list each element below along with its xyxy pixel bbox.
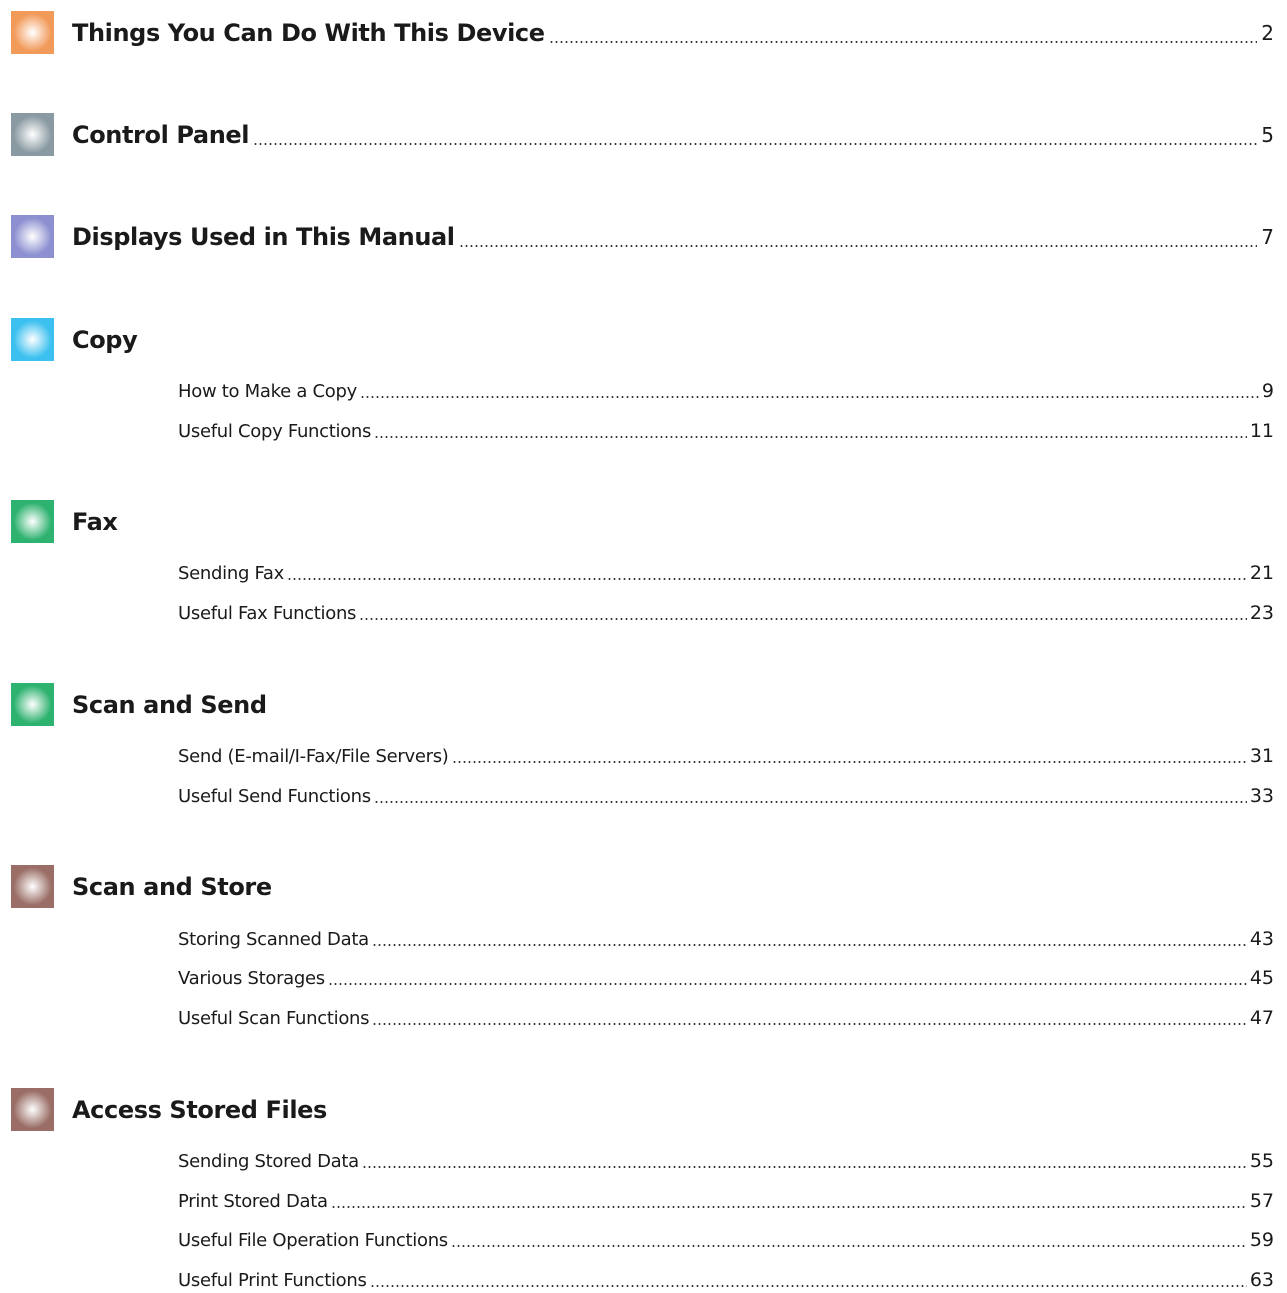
- section-title-line: Fax: [72, 500, 1274, 544]
- toc-entry[interactable]: Various Storages 45: [178, 965, 1274, 991]
- entry-page-number: 33: [1249, 785, 1274, 807]
- section-title: Scan and Send: [72, 691, 267, 719]
- dot-leader: [371, 944, 1247, 946]
- sky-blue-square-icon: [11, 318, 54, 361]
- entry-title[interactable]: Useful Send Functions: [178, 786, 371, 807]
- dot-leader: [374, 436, 1247, 438]
- entry-title[interactable]: Send (E-mail/I-Fax/File Servers): [178, 746, 449, 767]
- section-title-line: Copy: [72, 318, 1274, 362]
- entry-title[interactable]: Useful Print Functions: [178, 1270, 367, 1291]
- entry-title[interactable]: Useful File Operation Functions: [178, 1230, 448, 1251]
- entry-title[interactable]: Useful Copy Functions: [178, 421, 371, 442]
- entry-title[interactable]: Useful Scan Functions: [178, 1008, 370, 1029]
- orange-square-icon: [11, 11, 54, 54]
- toc-section: Scan and Store: [0, 865, 1287, 909]
- section-title[interactable]: Control Panel: [72, 121, 250, 149]
- brown-square-icon: [11, 1088, 54, 1131]
- entry-page-number: 63: [1249, 1269, 1274, 1291]
- dot-leader: [361, 1166, 1247, 1168]
- dot-leader: [450, 1245, 1247, 1247]
- toc-section[interactable]: Things You Can Do With This Device 2: [0, 11, 1287, 55]
- section-title-line[interactable]: Things You Can Do With This Device 2: [72, 11, 1274, 55]
- toc-entry[interactable]: Send (E-mail/I-Fax/File Servers) 31: [178, 743, 1274, 769]
- entry-page-number: 43: [1249, 928, 1274, 950]
- green-square-icon: [11, 683, 54, 726]
- section-title-line[interactable]: Displays Used in This Manual 7: [72, 215, 1274, 259]
- toc-entry[interactable]: Useful Copy Functions 11: [178, 418, 1274, 444]
- toc-entry[interactable]: Sending Stored Data 55: [178, 1148, 1274, 1174]
- section-title[interactable]: Displays Used in This Manual: [72, 223, 455, 251]
- toc-entry[interactable]: Useful Send Functions 33: [178, 783, 1274, 809]
- entry-title[interactable]: How to Make a Copy: [178, 381, 357, 402]
- green-square-icon: [11, 500, 54, 543]
- entry-title[interactable]: Useful Fax Functions: [178, 603, 356, 624]
- entry-title[interactable]: Print Stored Data: [178, 1191, 328, 1212]
- section-title-line: Scan and Send: [72, 683, 1274, 727]
- toc-entry[interactable]: Sending Fax 21: [178, 560, 1274, 586]
- gray-square-icon: [11, 113, 54, 156]
- entry-title[interactable]: Sending Stored Data: [178, 1151, 359, 1172]
- toc-entry[interactable]: Storing Scanned Data 43: [178, 926, 1274, 952]
- entry-page-number: 21: [1249, 562, 1274, 584]
- lavender-square-icon: [11, 215, 54, 258]
- section-title[interactable]: Things You Can Do With This Device: [72, 19, 545, 47]
- dot-leader: [253, 143, 1258, 145]
- toc-section: Fax: [0, 500, 1287, 544]
- brown-square-icon: [11, 865, 54, 908]
- dot-leader: [451, 761, 1247, 763]
- dot-leader: [548, 41, 1258, 43]
- entry-page-number: 57: [1249, 1190, 1274, 1212]
- entry-page-number: 47: [1249, 1007, 1274, 1029]
- dot-leader: [372, 1023, 1247, 1025]
- entry-page-number: 23: [1249, 602, 1274, 624]
- section-title-line: Scan and Store: [72, 865, 1274, 909]
- entry-page-number: 55: [1249, 1150, 1274, 1172]
- entry-page-number: 59: [1249, 1229, 1274, 1251]
- section-title: Copy: [72, 326, 138, 354]
- toc-entry[interactable]: Useful Scan Functions 47: [178, 1005, 1274, 1031]
- toc-section[interactable]: Control Panel 5: [0, 113, 1287, 157]
- toc-section: Scan and Send: [0, 683, 1287, 727]
- toc-entry[interactable]: Useful File Operation Functions 59: [178, 1227, 1274, 1253]
- section-title: Fax: [72, 508, 118, 536]
- dot-leader: [286, 578, 1247, 580]
- table-of-contents: Things You Can Do With This Device 2 Con…: [0, 0, 1287, 1291]
- section-title-line[interactable]: Control Panel 5: [72, 113, 1274, 157]
- entry-title[interactable]: Storing Scanned Data: [178, 929, 369, 950]
- section-page-number: 7: [1261, 225, 1274, 249]
- dot-leader: [327, 983, 1247, 985]
- toc-section[interactable]: Displays Used in This Manual 7: [0, 215, 1287, 259]
- section-title: Scan and Store: [72, 873, 272, 901]
- section-page-number: 5: [1261, 123, 1274, 147]
- section-title: Access Stored Files: [72, 1096, 327, 1124]
- dot-leader: [369, 1285, 1247, 1287]
- entry-page-number: 11: [1249, 420, 1274, 442]
- entry-page-number: 31: [1249, 745, 1274, 767]
- entry-title[interactable]: Various Storages: [178, 968, 325, 989]
- toc-section: Copy: [0, 318, 1287, 362]
- dot-leader: [359, 618, 1247, 620]
- toc-entry[interactable]: Print Stored Data 57: [178, 1188, 1274, 1214]
- toc-entry[interactable]: Useful Fax Functions 23: [178, 600, 1274, 626]
- toc-section: Access Stored Files: [0, 1088, 1287, 1132]
- section-page-number: 2: [1261, 21, 1274, 45]
- dot-leader: [330, 1206, 1247, 1208]
- dot-leader: [359, 396, 1259, 398]
- section-title-line: Access Stored Files: [72, 1088, 1274, 1132]
- entry-page-number: 9: [1261, 380, 1274, 402]
- entry-page-number: 45: [1249, 967, 1274, 989]
- entry-title[interactable]: Sending Fax: [178, 563, 284, 584]
- toc-entry[interactable]: Useful Print Functions 63: [178, 1267, 1274, 1293]
- dot-leader: [458, 245, 1258, 247]
- toc-entry[interactable]: How to Make a Copy 9: [178, 378, 1274, 404]
- dot-leader: [373, 801, 1247, 803]
